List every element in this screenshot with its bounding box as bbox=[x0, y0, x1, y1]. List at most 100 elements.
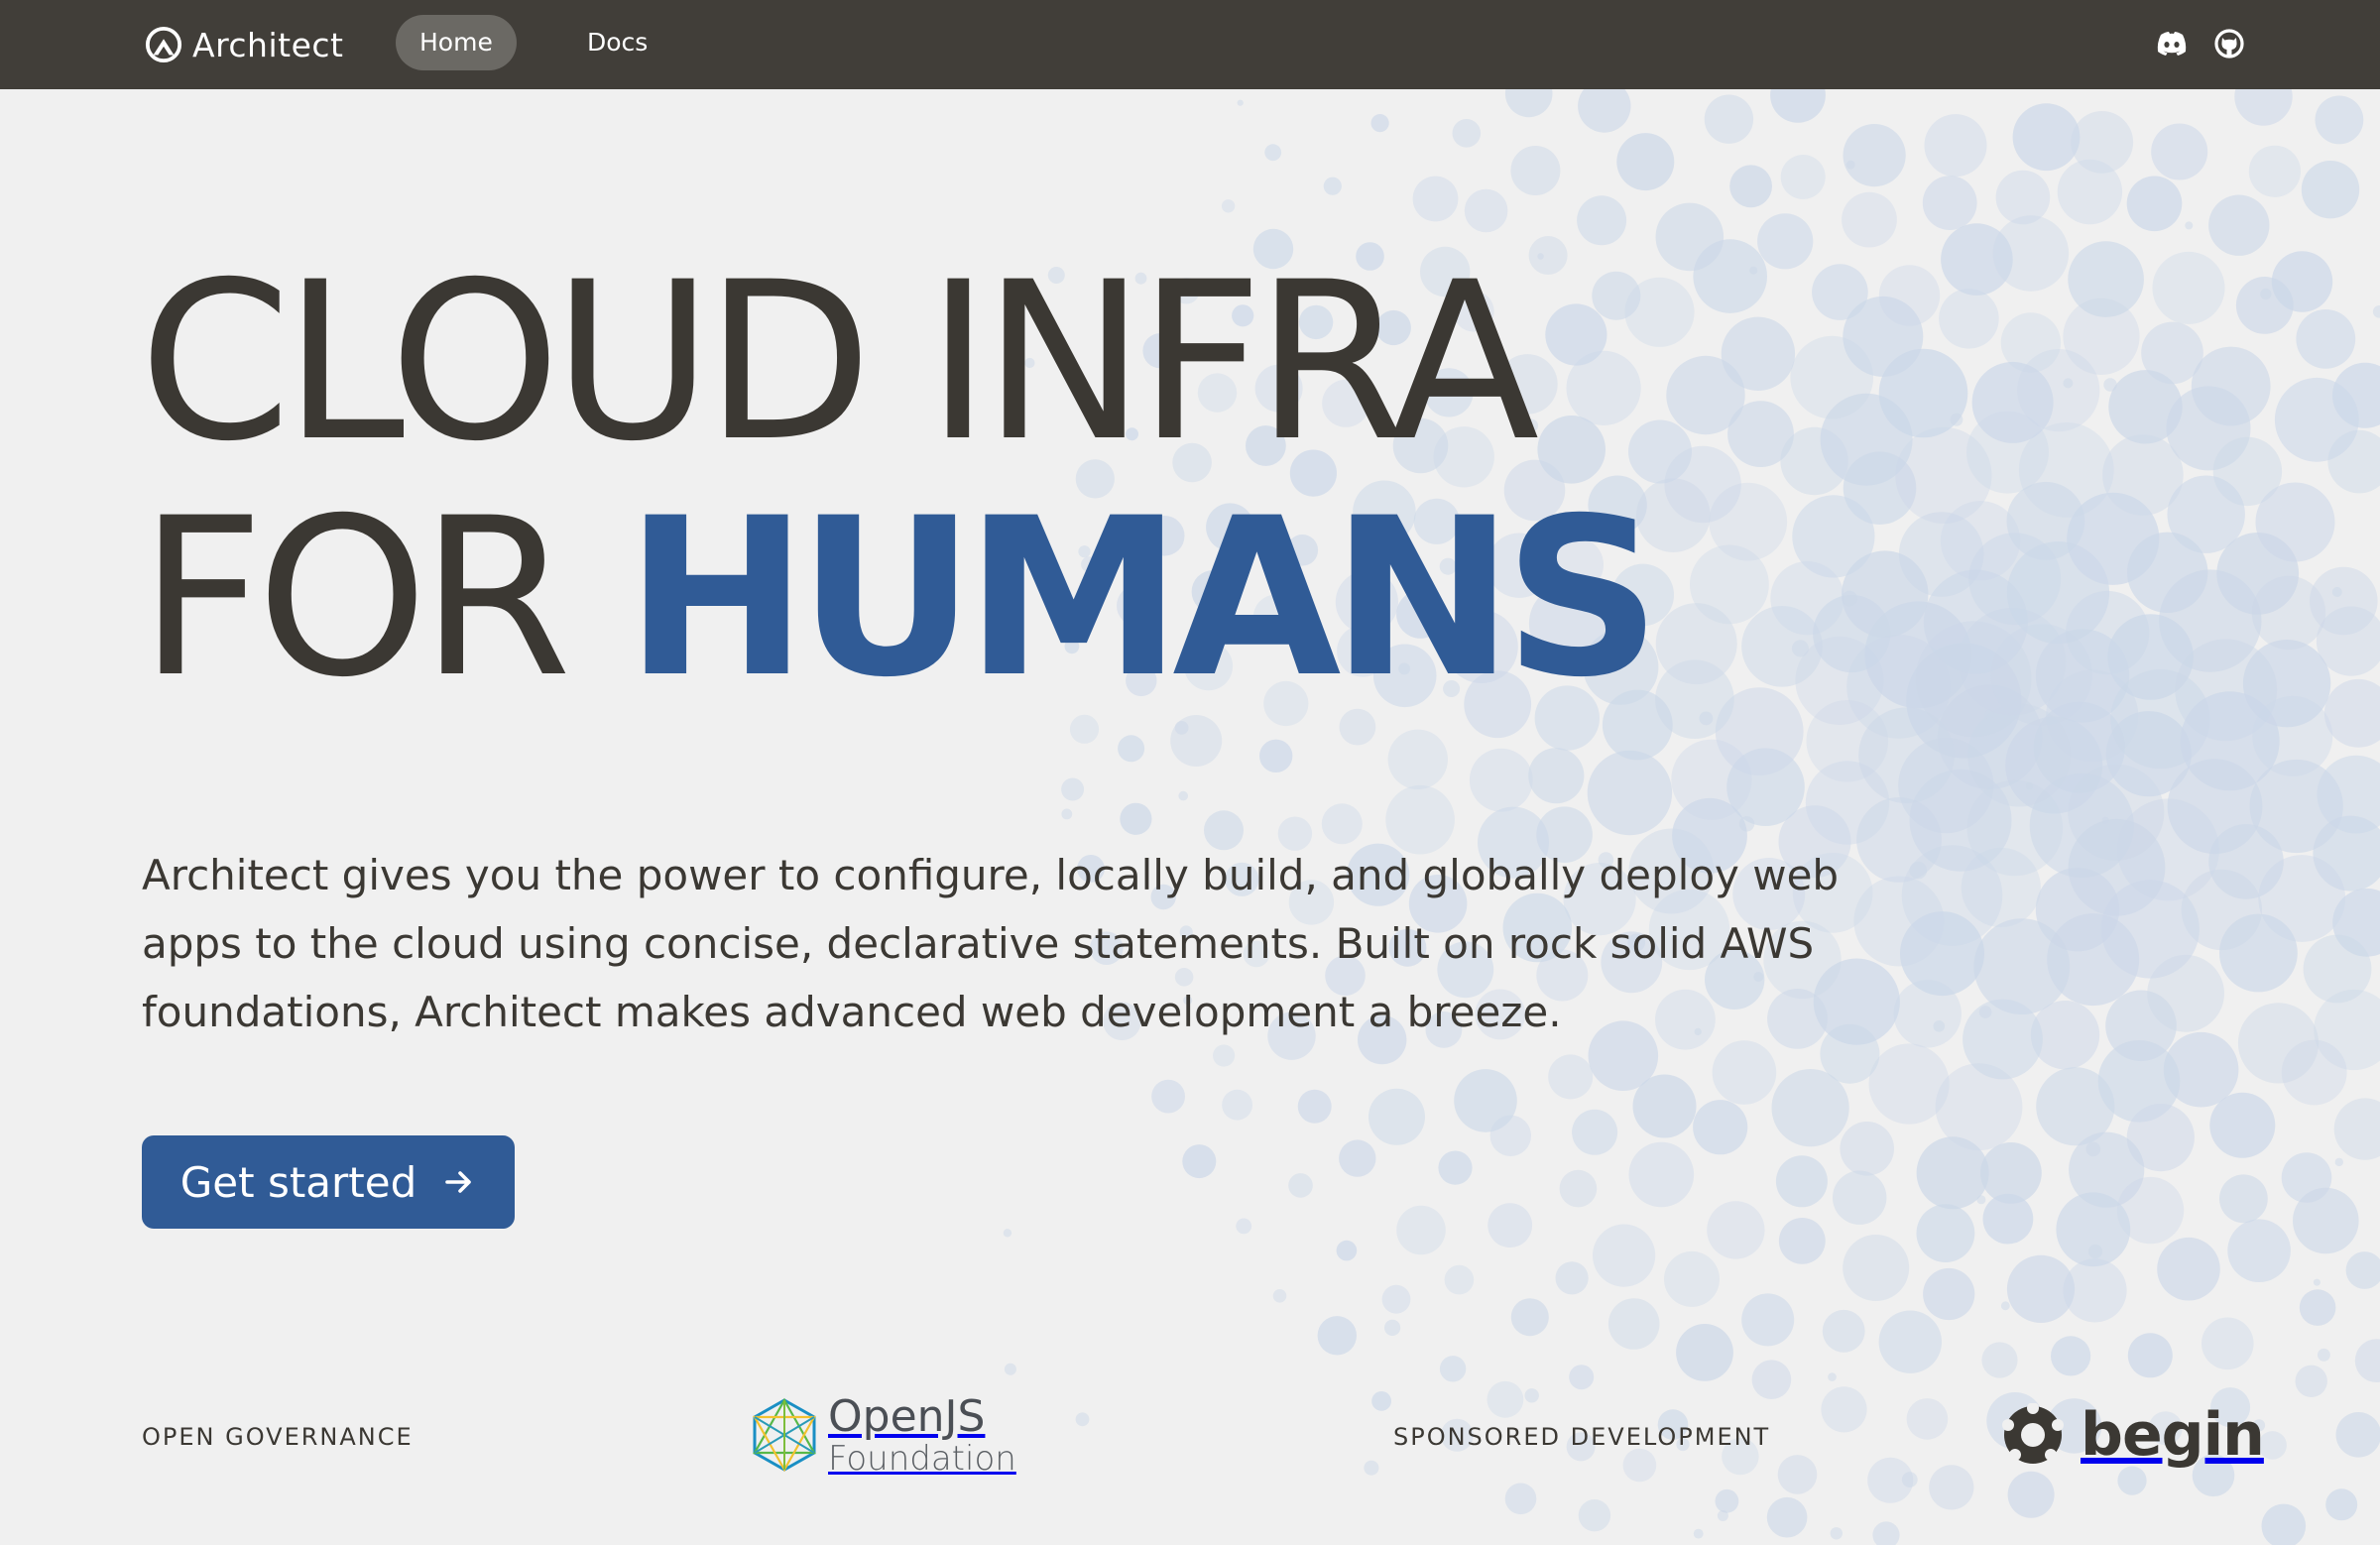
background-dot bbox=[1624, 277, 1695, 347]
background-dot bbox=[2110, 668, 2210, 770]
background-dot bbox=[2293, 1187, 2359, 1254]
background-dot bbox=[1488, 1203, 1533, 1248]
background-dot bbox=[2047, 913, 2140, 1007]
background-dot bbox=[1973, 918, 2071, 1014]
background-dot bbox=[1622, 1448, 1657, 1483]
background-dot bbox=[1545, 303, 1607, 366]
background-dot bbox=[1840, 1122, 1894, 1176]
background-dot bbox=[1766, 1496, 1808, 1538]
background-dot bbox=[1820, 393, 1913, 486]
background-dot bbox=[1464, 188, 1508, 233]
background-dot bbox=[2310, 566, 2378, 636]
openjs-logo-icon bbox=[753, 1397, 816, 1472]
background-dot bbox=[1878, 265, 1941, 326]
background-dot bbox=[1528, 748, 1585, 804]
background-dot bbox=[2327, 429, 2380, 494]
background-dot bbox=[1259, 739, 1293, 772]
background-dot bbox=[1922, 176, 1977, 231]
background-dot bbox=[1923, 1267, 1975, 1321]
background-dot bbox=[1061, 808, 1073, 820]
background-dot bbox=[1842, 191, 1897, 248]
background-dot bbox=[1381, 1284, 1411, 1314]
background-dot bbox=[1978, 1006, 1992, 1018]
background-dot bbox=[1916, 1204, 1975, 1262]
hero-heading-line1: CLOUD INFRA bbox=[139, 235, 1539, 489]
background-dot bbox=[1566, 350, 1641, 425]
background-dot bbox=[1984, 709, 1994, 720]
background-dot bbox=[2249, 759, 2343, 854]
background-dot bbox=[1222, 1089, 1252, 1121]
background-dot bbox=[2235, 277, 2294, 334]
background-dot bbox=[1895, 426, 1992, 524]
background-dot bbox=[1726, 748, 1805, 826]
background-dot bbox=[1950, 413, 1964, 426]
background-dot bbox=[1664, 445, 1741, 524]
background-dot bbox=[1901, 845, 2003, 946]
background-dot bbox=[2063, 378, 2074, 389]
sponsored-development-label: SPONSORED DEVELOPMENT bbox=[1393, 1423, 1771, 1451]
background-dot bbox=[2274, 377, 2359, 462]
background-dot bbox=[2006, 1254, 2076, 1323]
brand-link[interactable]: Architect bbox=[145, 22, 343, 67]
nav-home-link[interactable]: Home bbox=[396, 15, 517, 70]
background-dot bbox=[2033, 701, 2125, 793]
background-dot bbox=[1843, 296, 1924, 377]
background-dot bbox=[2163, 1031, 2239, 1108]
background-dot bbox=[1336, 1240, 1358, 1261]
background-dot bbox=[1790, 335, 1873, 419]
background-dot bbox=[1489, 1115, 1532, 1157]
background-dot bbox=[1655, 202, 1725, 272]
background-dot bbox=[2281, 1152, 2332, 1203]
background-dot bbox=[2181, 869, 2262, 951]
background-dot bbox=[1524, 1388, 1539, 1403]
background-dot bbox=[1387, 729, 1449, 789]
background-dot bbox=[1412, 176, 1459, 222]
background-dot bbox=[2167, 759, 2263, 855]
background-dot bbox=[1592, 271, 1641, 320]
background-dot bbox=[1780, 155, 1826, 199]
background-dot bbox=[1438, 1150, 1473, 1185]
background-dot bbox=[2046, 669, 2139, 763]
background-dot bbox=[1632, 1074, 1697, 1138]
background-dot bbox=[1664, 1250, 1720, 1307]
background-dot bbox=[1924, 114, 1987, 178]
background-dot bbox=[1690, 544, 1769, 625]
background-dot bbox=[2323, 678, 2380, 748]
background-dot bbox=[2107, 614, 2194, 700]
background-dot bbox=[1842, 590, 1857, 607]
background-dot bbox=[2105, 990, 2177, 1062]
background-dot bbox=[1813, 594, 1891, 673]
background-dot bbox=[1323, 177, 1342, 195]
background-dot bbox=[1893, 980, 1962, 1048]
discord-icon[interactable] bbox=[2154, 26, 2190, 61]
background-dot bbox=[2296, 309, 2356, 369]
background-dot bbox=[1868, 1043, 1950, 1125]
background-dot bbox=[2017, 349, 2100, 432]
background-dot bbox=[1909, 861, 1928, 880]
background-dot bbox=[2191, 346, 2271, 426]
github-icon[interactable] bbox=[2211, 26, 2247, 61]
background-dot bbox=[1909, 769, 2012, 872]
background-dot bbox=[2227, 1219, 2291, 1282]
openjs-wordmark: OpenJS Foundation bbox=[828, 1393, 1016, 1478]
background-dot bbox=[2261, 1503, 2307, 1545]
get-started-button[interactable]: Get started bbox=[142, 1135, 515, 1229]
background-dot bbox=[1898, 512, 1984, 597]
background-dot bbox=[1297, 1089, 1332, 1124]
background-dot bbox=[2102, 434, 2184, 516]
background-dot bbox=[1676, 1324, 1733, 1381]
background-dot bbox=[1487, 1380, 1524, 1418]
background-dot bbox=[2313, 1278, 2320, 1286]
background-dot bbox=[1577, 195, 1627, 246]
background-dot bbox=[2126, 176, 2183, 232]
open-governance-label: OPEN GOVERNANCE bbox=[142, 1423, 414, 1451]
background-dot bbox=[1940, 501, 2021, 581]
background-dot bbox=[2335, 1412, 2380, 1458]
background-dot bbox=[2219, 913, 2298, 993]
nav-docs-link[interactable]: Docs bbox=[563, 15, 671, 70]
begin-link[interactable]: begin bbox=[2001, 1395, 2265, 1475]
background-dot bbox=[2030, 1000, 2100, 1070]
background-dot bbox=[2116, 1176, 2185, 1245]
openjs-foundation-link[interactable]: OpenJS Foundation bbox=[749, 1393, 1016, 1478]
background-dot bbox=[1715, 687, 1804, 775]
